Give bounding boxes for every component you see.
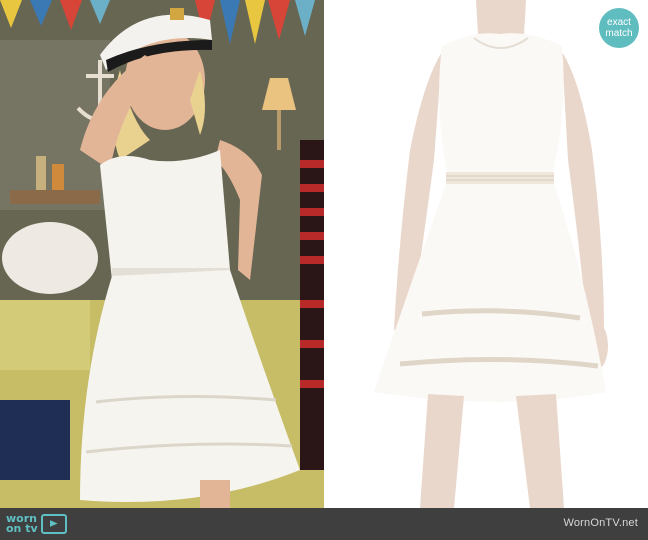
tv-icon — [40, 514, 67, 534]
footer-bar: worn on tv WornOnTV.net — [0, 508, 648, 540]
wornontv-logo[interactable]: worn on tv — [6, 511, 67, 537]
exact-match-badge: exact match — [599, 8, 639, 48]
product-photo — [324, 0, 648, 508]
site-name: WornOnTV.net — [563, 517, 638, 529]
tv-scene-photo — [0, 0, 324, 508]
logo-line-2: on tv — [6, 522, 38, 535]
badge-line-2: match — [605, 28, 633, 39]
badge-line-1: exact — [607, 17, 631, 28]
logo-text: worn on tv — [6, 513, 38, 535]
